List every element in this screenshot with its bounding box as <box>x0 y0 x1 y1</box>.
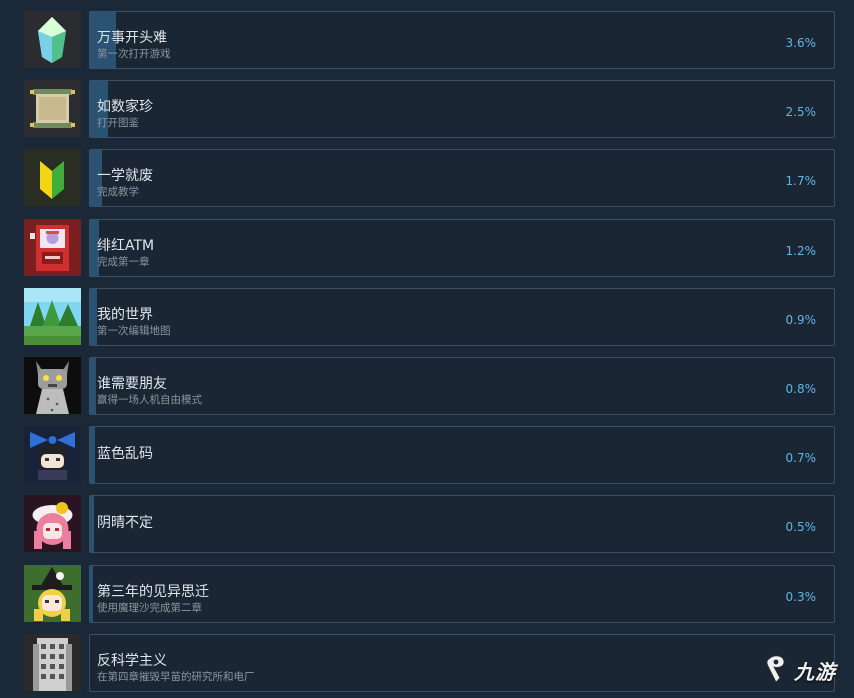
jiuyou-logo-icon <box>766 655 785 683</box>
achievement-description: 在第四章摧毁早苗的研究所和电厂 <box>97 671 255 683</box>
unlock-progress-fill <box>90 566 93 622</box>
achievement-panel: 阴晴不定 0.5% <box>89 495 835 553</box>
green-crystal-icon <box>24 11 81 68</box>
achievement-row[interactable]: 万事开头难第一次打开游戏 3.6% <box>0 11 854 71</box>
achievement-list: 万事开头难第一次打开游戏 3.6% 如数家珍打开图鉴 2.5% 一学就废完成教学 1.7%… <box>0 0 854 698</box>
unlock-percentage: 0.3% <box>785 590 817 604</box>
achievement-panel: 如数家珍打开图鉴 2.5% <box>89 80 835 138</box>
achievement-title: 谁需要朋友 <box>97 376 167 392</box>
pink-hair-girl-icon <box>24 495 81 552</box>
achievement-title: 我的世界 <box>97 307 153 323</box>
unlock-percentage: 0.7% <box>785 451 817 465</box>
achievement-title: 绯红ATM <box>97 238 155 254</box>
achievement-panel: 绯红ATM 完成第一章 1.2% <box>89 219 835 277</box>
achievement-title: 第三年的见异思迁 <box>97 584 209 600</box>
achievement-row[interactable]: 绯红ATM 完成第一章 1.2% <box>0 219 854 279</box>
gray-cat-robot-icon <box>24 357 81 414</box>
unlock-percentage: 0.5% <box>785 520 817 534</box>
scroll-icon <box>24 80 81 137</box>
achievement-panel: 一学就废完成教学 1.7% <box>89 149 835 207</box>
unlock-progress-fill <box>90 427 95 483</box>
unlock-percentage: 2.5% <box>785 105 817 119</box>
achievement-description: 赢得一场人机自由模式 <box>97 394 202 406</box>
achievement-description: 打开图鉴 <box>97 117 139 129</box>
witch-hat-girl-icon <box>24 565 81 622</box>
unlock-percentage: 1.7% <box>785 174 817 188</box>
achievement-title: 阴晴不定 <box>97 515 153 531</box>
achievement-description: 第一次打开游戏 <box>97 48 171 60</box>
blue-bow-girl-icon <box>24 426 81 483</box>
achievement-row[interactable]: 谁需要朋友赢得一场人机自由模式 0.8% <box>0 357 854 417</box>
unlock-progress-fill <box>90 358 96 414</box>
achievement-row[interactable]: 第三年的见异思迁使用魔理沙完成第二章 0.3% <box>0 565 854 625</box>
achievement-title: 蓝色乱码 <box>97 446 153 462</box>
achievement-row[interactable]: 蓝色乱码 0.7% <box>0 426 854 486</box>
achievement-description: 完成教学 <box>97 186 139 198</box>
unlock-percentage: 3.6% <box>785 36 817 50</box>
watermark: 九游 <box>762 650 852 688</box>
achievement-panel: 第三年的见异思迁使用魔理沙完成第二章 0.3% <box>89 565 835 623</box>
achievement-row[interactable]: 一学就废完成教学 1.7% <box>0 149 854 209</box>
achievement-panel: 谁需要朋友赢得一场人机自由模式 0.8% <box>89 357 835 415</box>
achievement-panel: 反科学主义在第四章摧毁早苗的研究所和电厂 <box>89 634 835 692</box>
achievement-row[interactable]: 反科学主义在第四章摧毁早苗的研究所和电厂 <box>0 634 854 694</box>
red-atm-icon <box>24 219 81 276</box>
unlock-percentage: 1.2% <box>785 244 817 258</box>
achievement-title: 一学就废 <box>97 168 153 184</box>
achievement-panel: 万事开头难第一次打开游戏 3.6% <box>89 11 835 69</box>
achievement-row[interactable]: 如数家珍打开图鉴 2.5% <box>0 80 854 140</box>
achievement-description: 使用魔理沙完成第二章 <box>97 602 202 614</box>
unlock-progress-fill <box>90 289 97 345</box>
unlock-percentage: 0.8% <box>785 382 817 396</box>
achievement-row[interactable]: 阴晴不定 0.5% <box>0 495 854 555</box>
watermark-text: 九游 <box>794 660 836 684</box>
achievement-panel: 蓝色乱码 0.7% <box>89 426 835 484</box>
forest-landscape-icon <box>24 288 81 345</box>
achievement-title: 反科学主义 <box>97 653 167 669</box>
achievement-description: 第一次编辑地图 <box>97 325 171 337</box>
beginner-mark-icon <box>24 149 81 206</box>
unlock-percentage: 0.9% <box>785 313 817 327</box>
achievement-title: 万事开头难 <box>97 30 167 46</box>
achievement-description: 完成第一章 <box>97 256 150 268</box>
achievement-panel: 我的世界第一次编辑地图 0.9% <box>89 288 835 346</box>
achievement-row[interactable]: 我的世界第一次编辑地图 0.9% <box>0 288 854 348</box>
unlock-progress-fill <box>90 496 94 552</box>
achievement-title: 如数家珍 <box>97 99 153 115</box>
building-icon <box>24 634 81 691</box>
